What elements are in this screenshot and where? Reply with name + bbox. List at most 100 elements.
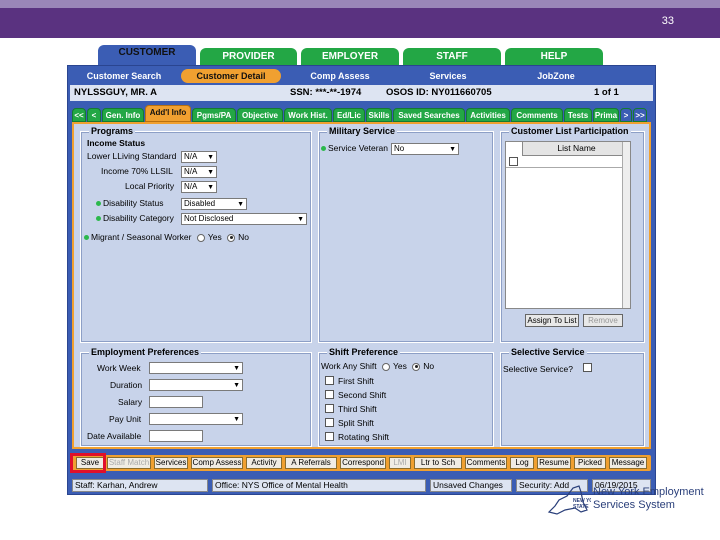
pay-unit-label: Pay Unit bbox=[109, 414, 142, 424]
subnav-customer-search[interactable]: Customer Search bbox=[76, 69, 172, 83]
selective-service-checkbox[interactable] bbox=[583, 363, 592, 372]
ny-state-map-icon: NEW YORK STATE bbox=[547, 485, 601, 515]
work-week-label: Work Week bbox=[97, 363, 141, 373]
tab-prev[interactable]: < bbox=[87, 108, 101, 122]
programs-title: Programs bbox=[89, 126, 136, 136]
message-button[interactable]: Message bbox=[609, 457, 647, 469]
tab-help[interactable]: HELP bbox=[505, 48, 603, 65]
activity-button[interactable]: Activity bbox=[246, 457, 282, 469]
subnav-comp-assess[interactable]: Comp Assess bbox=[292, 69, 388, 83]
tab-comments[interactable]: Comments bbox=[511, 108, 563, 122]
date-available-input[interactable] bbox=[149, 430, 203, 442]
save-highlight-box bbox=[70, 453, 106, 473]
comments-button[interactable]: Comments bbox=[465, 457, 507, 469]
work-week-select[interactable]: ▼ bbox=[149, 362, 243, 374]
second-shift-checkbox[interactable] bbox=[325, 390, 334, 399]
pay-unit-select[interactable]: ▼ bbox=[149, 413, 243, 425]
addl-info-panel: Programs Income Status Lower LLiving Sta… bbox=[72, 122, 651, 449]
tab-gen-info[interactable]: Gen. Info bbox=[102, 108, 144, 122]
work-any-shift-row: Work Any Shift Yes No bbox=[321, 361, 435, 371]
tab-first[interactable]: << bbox=[72, 108, 86, 122]
subnav-jobzone[interactable]: JobZone bbox=[508, 69, 604, 83]
customer-name: NYLSSGUY, MR. A bbox=[74, 87, 158, 98]
service-veteran-select[interactable]: No ▼ bbox=[391, 143, 459, 155]
referrals-button[interactable]: A Referrals bbox=[285, 457, 337, 469]
employment-group: Employment Preferences Work Week ▼ Durat… bbox=[80, 347, 312, 447]
tab-pgms-pa[interactable]: Pgms/PA bbox=[192, 108, 236, 122]
comp-assess-button[interactable]: Comp Assess bbox=[191, 457, 243, 469]
tab-saved-searches[interactable]: Saved Searches bbox=[393, 108, 465, 122]
slide-header: 33 bbox=[0, 0, 720, 38]
local-priority-label: Local Priority bbox=[125, 181, 175, 191]
subnav-services[interactable]: Services bbox=[400, 69, 496, 83]
income-status-label: Income Status bbox=[87, 138, 146, 148]
rotating-shift-label: Rotating Shift bbox=[338, 432, 390, 442]
salary-input[interactable] bbox=[149, 396, 203, 408]
disability-category-label: Disability Category bbox=[96, 213, 174, 223]
log-button[interactable]: Log bbox=[510, 457, 534, 469]
migrant-no-radio[interactable] bbox=[227, 233, 236, 242]
slide-number: 33 bbox=[661, 15, 674, 27]
table-row bbox=[506, 156, 630, 168]
tab-staff[interactable]: STAFF bbox=[403, 48, 501, 65]
income70-select[interactable]: N/A ▼ bbox=[181, 166, 217, 178]
tab-ed-lic[interactable]: Ed/Lic bbox=[333, 108, 365, 122]
tab-skills[interactable]: Skills bbox=[366, 108, 392, 122]
tab-employer[interactable]: EMPLOYER bbox=[301, 48, 399, 65]
tab-objective[interactable]: Objective bbox=[237, 108, 283, 122]
third-shift-label: Third Shift bbox=[338, 404, 377, 414]
income70-label: Income 70% LLSIL bbox=[101, 166, 173, 176]
picked-button[interactable]: Picked bbox=[574, 457, 606, 469]
lower-living-select[interactable]: N/A ▼ bbox=[181, 151, 217, 163]
third-shift-checkbox[interactable] bbox=[325, 404, 334, 413]
tab-tests[interactable]: Tests bbox=[564, 108, 592, 122]
any-shift-yes-radio[interactable] bbox=[381, 362, 390, 371]
customer-list-table: List Name bbox=[505, 141, 631, 309]
correspond-button[interactable]: Correspond bbox=[340, 457, 386, 469]
disability-status-select[interactable]: Disabled ▼ bbox=[181, 198, 247, 210]
rotating-shift-checkbox[interactable] bbox=[325, 432, 334, 441]
services-button[interactable]: Services bbox=[154, 457, 188, 469]
any-shift-no-radio[interactable] bbox=[412, 362, 421, 371]
first-shift-checkbox[interactable] bbox=[325, 376, 334, 385]
required-dot-icon bbox=[96, 201, 101, 207]
resume-button[interactable]: Resume bbox=[537, 457, 571, 469]
ltr-to-sch-button[interactable]: Ltr to Sch bbox=[414, 457, 462, 469]
duration-select[interactable]: ▼ bbox=[149, 379, 243, 391]
local-priority-select[interactable]: N/A ▼ bbox=[181, 181, 217, 193]
disability-category-select[interactable]: Not Disclosed ▼ bbox=[181, 213, 307, 225]
migrant-yes-radio[interactable] bbox=[196, 233, 205, 242]
subnav-customer-detail[interactable]: Customer Detail bbox=[181, 69, 281, 83]
tab-next[interactable]: > bbox=[620, 108, 632, 122]
tab-addl-info[interactable]: Add'l Info bbox=[145, 105, 191, 122]
programs-group: Programs Income Status Lower LLiving Sta… bbox=[80, 126, 312, 343]
duration-label: Duration bbox=[110, 380, 143, 390]
tab-provider[interactable]: PROVIDER bbox=[200, 48, 297, 65]
tab-last[interactable]: >> bbox=[633, 108, 647, 122]
military-title: Military Service bbox=[327, 126, 398, 136]
split-shift-checkbox[interactable] bbox=[325, 418, 334, 427]
remove-button[interactable]: Remove bbox=[583, 314, 623, 327]
tab-prima[interactable]: Prima bbox=[593, 108, 619, 122]
app-window: Customer Search Customer Detail Comp Ass… bbox=[67, 65, 656, 495]
salary-label: Salary bbox=[118, 397, 143, 407]
staff-match-button[interactable]: Staff Match bbox=[107, 457, 151, 469]
tab-work-hist[interactable]: Work Hist. bbox=[284, 108, 332, 122]
action-bar: Save Staff Match Services Comp Assess Ac… bbox=[72, 455, 651, 471]
svg-text:STATE: STATE bbox=[573, 504, 589, 510]
lmi-button[interactable]: LMI bbox=[389, 457, 411, 469]
record-counter: 1 of 1 bbox=[594, 87, 619, 98]
split-shift-label: Split Shift bbox=[338, 418, 374, 428]
required-dot-icon bbox=[321, 146, 326, 152]
second-shift-label: Second Shift bbox=[338, 390, 387, 400]
migrant-worker-row: Migrant / Seasonal Worker Yes No bbox=[84, 232, 249, 242]
tab-activities[interactable]: Activities bbox=[466, 108, 510, 122]
customer-list-title: Customer List Participation bbox=[509, 126, 631, 136]
list-scrollbar[interactable] bbox=[622, 142, 630, 308]
tab-customer[interactable]: CUSTOMER bbox=[98, 45, 196, 65]
customer-list-group: Customer List Participation List Name As… bbox=[500, 126, 645, 343]
list-row-checkbox[interactable] bbox=[509, 157, 518, 166]
assign-to-list-button[interactable]: Assign To List bbox=[525, 314, 579, 327]
employment-title: Employment Preferences bbox=[89, 347, 202, 357]
customer-info-bar: NYLSSGUY, MR. A SSN: ***-**-1974 OSOS ID… bbox=[70, 85, 653, 101]
